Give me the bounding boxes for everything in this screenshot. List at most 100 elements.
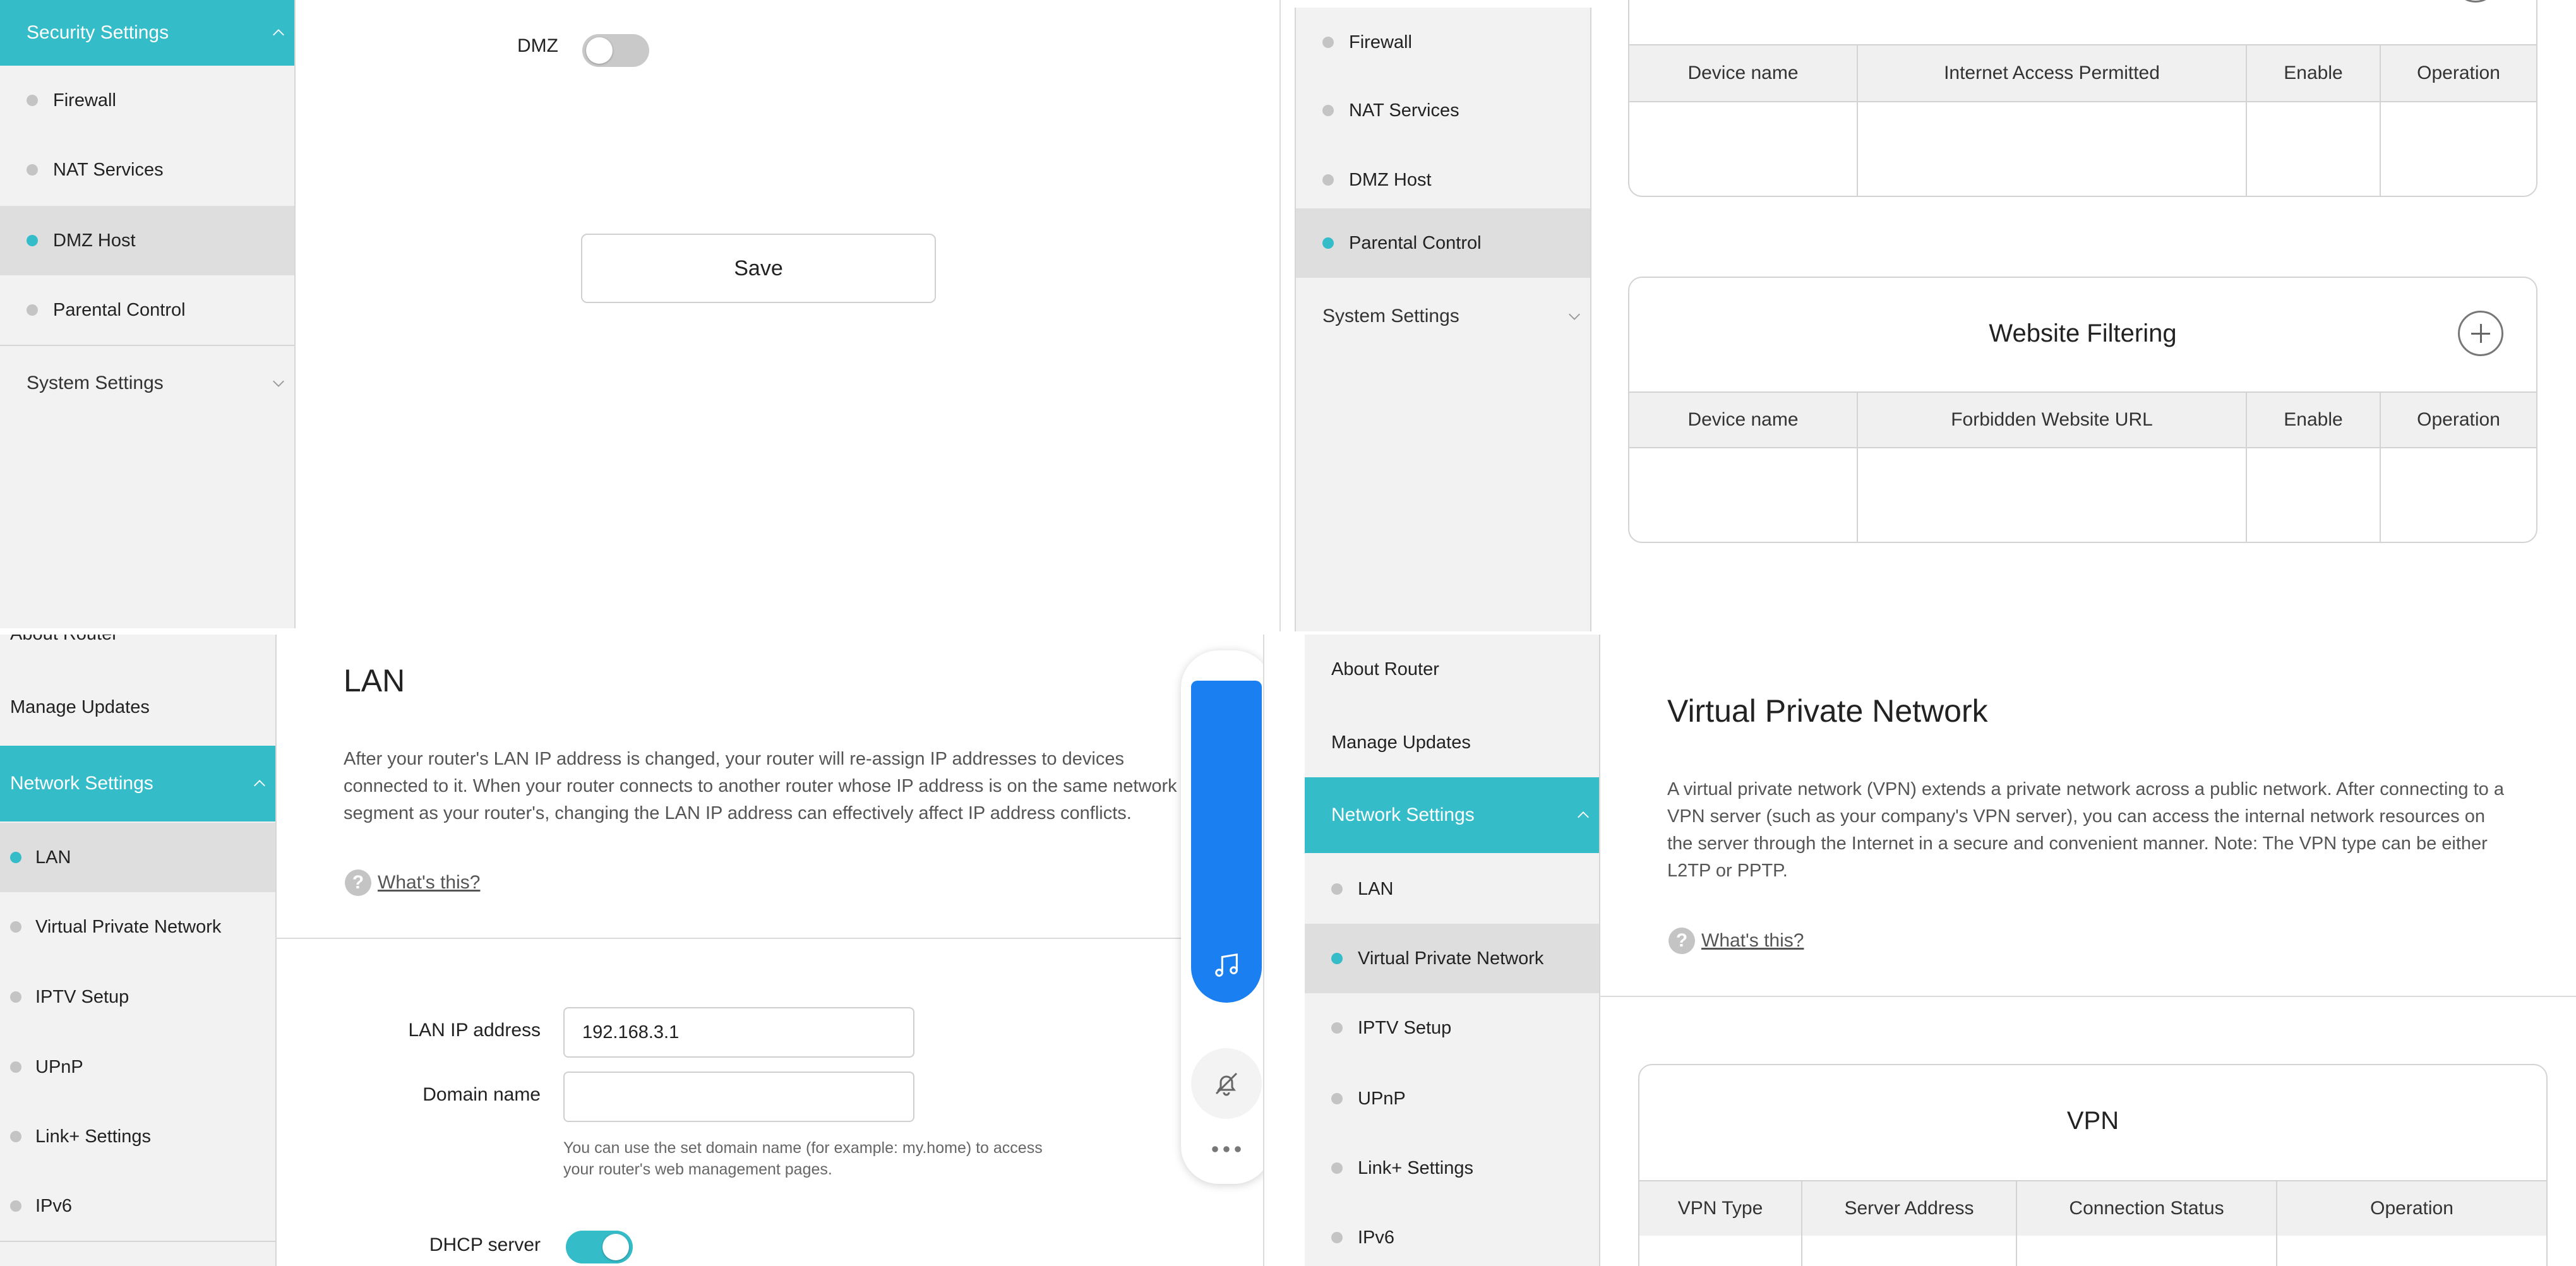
nav-section-security-settings[interactable]: Security Settings xyxy=(0,0,294,66)
sidebar: Security Settings Firewall NAT Services … xyxy=(0,0,296,628)
row-divider xyxy=(1629,391,2536,393)
nav-section-system-settings[interactable]: System Settings xyxy=(1296,285,1590,347)
sidebar-item-firewall[interactable]: Firewall xyxy=(0,66,294,135)
col-divider xyxy=(2246,391,2247,542)
sidebar-item-parental-control[interactable]: Parental Control xyxy=(0,275,294,345)
column-header: Device name xyxy=(1687,409,1799,430)
sidebar-item-ipv6[interactable]: IPv6 xyxy=(1305,1203,1599,1266)
nav-section-system-settings[interactable]: System Settings xyxy=(0,352,294,414)
row-divider xyxy=(1629,44,2536,45)
sidebar-item-about-router[interactable]: About Router xyxy=(1305,635,1599,704)
sidebar-item-lan[interactable]: LAN xyxy=(0,823,275,892)
status-dot xyxy=(1331,1093,1343,1104)
status-dot xyxy=(10,1131,21,1142)
sidebar-item-virtual-private-network[interactable]: Virtual Private Network xyxy=(0,892,275,962)
bell-off-button[interactable] xyxy=(1191,1048,1262,1119)
toggle-knob xyxy=(586,37,613,64)
help-icon: ? xyxy=(345,869,371,896)
column-header: Enable xyxy=(2284,409,2343,430)
panel-edge xyxy=(1279,0,1281,631)
page-title: LAN xyxy=(344,663,405,698)
sidebar-item-label: DMZ Host xyxy=(1349,169,1432,190)
status-dot xyxy=(27,304,38,316)
status-dot xyxy=(1331,883,1343,895)
sidebar-item-label: IPv6 xyxy=(1358,1227,1395,1248)
sidebar-item-parental-control[interactable]: Parental Control xyxy=(1296,208,1590,278)
nav-section-label: Network Settings xyxy=(10,773,153,794)
status-dot xyxy=(1331,953,1343,964)
whats-this-link[interactable]: What's this? xyxy=(378,872,480,893)
floating-blue-card[interactable] xyxy=(1191,681,1262,1003)
sidebar-item-label: IPv6 xyxy=(35,1195,73,1216)
sidebar-item-label: NAT Services xyxy=(53,159,164,180)
nav-section-network-settings[interactable]: Network Settings xyxy=(1305,777,1599,853)
internet-access-card: Device name Internet Access Permitted En… xyxy=(1628,0,2537,197)
sidebar-item-label: Link+ Settings xyxy=(1358,1157,1473,1178)
whats-this-link[interactable]: What's this? xyxy=(1701,930,1804,952)
sidebar-item-manage-updates[interactable]: Manage Updates xyxy=(0,672,275,742)
add-icon[interactable] xyxy=(2458,311,2503,356)
add-icon[interactable] xyxy=(2453,0,2498,3)
sidebar: About Router Manage Updates Network Sett… xyxy=(1305,635,1600,1266)
sidebar-item-dmz-host[interactable]: DMZ Host xyxy=(0,206,294,275)
column-header: Internet Access Permitted xyxy=(1944,63,2160,83)
col-divider xyxy=(2380,44,2381,196)
nav-section-label: System Settings xyxy=(1322,306,1459,326)
chevron-down-icon xyxy=(1569,313,1580,320)
domain-name-input[interactable] xyxy=(563,1072,914,1122)
col-divider xyxy=(2276,1180,2277,1266)
sidebar-item-link-plus-settings[interactable]: Link+ Settings xyxy=(0,1102,275,1171)
sidebar-item-ipv6[interactable]: IPv6 xyxy=(0,1171,275,1241)
sidebar-item-nat-services[interactable]: NAT Services xyxy=(0,135,294,205)
sidebar-item-iptv-setup[interactable]: IPTV Setup xyxy=(1305,993,1599,1063)
sidebar-item-label: Parental Control xyxy=(53,299,186,320)
status-dot xyxy=(10,991,21,1003)
more-icon[interactable] xyxy=(1211,1145,1242,1153)
card-title: Website Filtering xyxy=(1989,319,2177,347)
chevron-up-icon xyxy=(273,29,284,36)
dmz-toggle[interactable] xyxy=(582,34,649,67)
sidebar-item-dmz-host[interactable]: DMZ Host xyxy=(1296,145,1590,215)
sidebar-item-about-router[interactable]: About Router xyxy=(0,635,275,669)
col-divider xyxy=(2380,391,2381,542)
sidebar-item-nat-services[interactable]: NAT Services xyxy=(1296,76,1590,145)
column-header: VPN Type xyxy=(1677,1198,1763,1219)
sidebar-item-lan[interactable]: LAN xyxy=(1305,854,1599,924)
music-note-icon[interactable] xyxy=(1213,951,1242,980)
sidebar-item-label: LAN xyxy=(35,847,71,868)
nav-section-label: System Settings xyxy=(27,373,164,393)
row-divider xyxy=(1639,1180,2546,1181)
chevron-down-icon xyxy=(273,380,284,387)
sidebar-item-upnp[interactable]: UPnP xyxy=(0,1032,275,1102)
column-header: Forbidden Website URL xyxy=(1951,409,2153,430)
floating-toolbar xyxy=(1181,650,1272,1184)
sidebar-item-label: Firewall xyxy=(53,90,116,110)
col-divider xyxy=(2016,1180,2017,1266)
status-dot xyxy=(1331,1022,1343,1034)
status-dot xyxy=(1331,1162,1343,1174)
column-header: Operation xyxy=(2417,409,2500,430)
sidebar-item-manage-updates[interactable]: Manage Updates xyxy=(1305,708,1599,777)
sidebar-item-label: NAT Services xyxy=(1349,100,1459,121)
sidebar-item-upnp[interactable]: UPnP xyxy=(1305,1064,1599,1133)
status-dot xyxy=(1322,37,1334,48)
sidebar-item-iptv-setup[interactable]: IPTV Setup xyxy=(0,962,275,1032)
nav-section-network-settings[interactable]: Network Settings xyxy=(0,746,275,821)
dhcp-server-label: DHCP server xyxy=(429,1234,541,1255)
sidebar-item-link-plus-settings[interactable]: Link+ Settings xyxy=(1305,1133,1599,1203)
sidebar-item-virtual-private-network[interactable]: Virtual Private Network xyxy=(1305,924,1599,993)
help-link-row[interactable]: ? What's this? xyxy=(1668,928,1804,954)
help-link-row[interactable]: ? What's this? xyxy=(345,869,480,896)
sidebar-item-label: LAN xyxy=(1358,878,1394,899)
status-dot xyxy=(27,235,38,246)
save-button[interactable]: Save xyxy=(581,234,936,303)
col-divider xyxy=(1857,391,1858,542)
sidebar-item-firewall[interactable]: Firewall xyxy=(1296,8,1590,77)
section-divider xyxy=(1599,996,2576,997)
lan-ip-input[interactable] xyxy=(563,1007,914,1058)
status-dot xyxy=(10,1061,21,1073)
table-header: Device name Forbidden Website URL Enable… xyxy=(1629,393,2536,447)
dhcp-server-toggle[interactable] xyxy=(566,1231,633,1263)
sidebar-item-label: IPTV Setup xyxy=(1358,1017,1452,1038)
status-dot xyxy=(10,921,21,933)
